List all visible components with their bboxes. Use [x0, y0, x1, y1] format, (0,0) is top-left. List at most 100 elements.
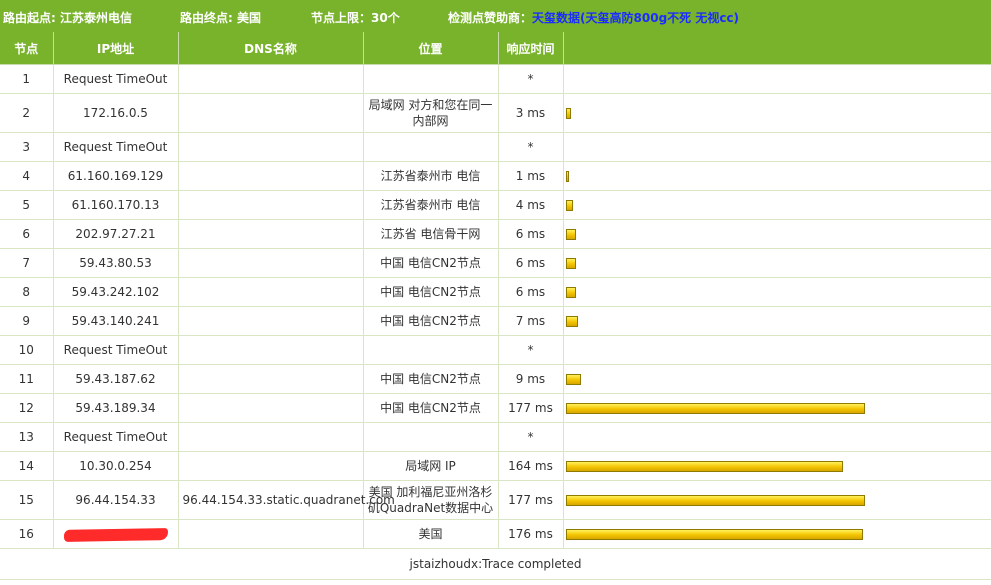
- latency-bar-cell: [563, 277, 991, 307]
- response-time-cell: 7 ms: [498, 306, 564, 336]
- table-row: 15 96.44.154.33 96.44.154.33.static.quadra…: [0, 480, 991, 520]
- hop-cell: 9: [0, 306, 54, 336]
- trace-footer-row: jstaizhoudx:Trace completed: [0, 548, 991, 580]
- hop-cell: 16: [0, 519, 54, 549]
- response-time-cell: 164 ms: [498, 451, 564, 481]
- table-row: 5 61.160.170.13 江苏省泰州市 电信 4 ms: [0, 190, 991, 220]
- trace-status: jstaizhoudx:Trace completed: [0, 548, 991, 580]
- dns-cell: [178, 93, 364, 133]
- ip-cell: 59.43.187.62: [53, 364, 179, 394]
- latency-bar: [565, 403, 865, 414]
- hop-cell: 8: [0, 277, 54, 307]
- response-time-cell: 176 ms: [498, 519, 564, 549]
- ip-cell: 96.44.154.33: [53, 480, 179, 520]
- hop-cell: 1: [0, 64, 54, 94]
- table-row: 8 59.43.242.102 中国 电信CN2节点 6 ms: [0, 277, 991, 307]
- route-start: 路由起点: 江苏泰州电信: [3, 11, 132, 25]
- response-time-cell: 177 ms: [498, 393, 564, 423]
- location-cell: [363, 335, 499, 365]
- table-row: 14 10.30.0.254 局域网 IP 164 ms: [0, 451, 991, 481]
- sponsor-link[interactable]: 天玺数据: [532, 11, 580, 25]
- ip-cell: 59.43.140.241: [53, 306, 179, 336]
- sponsor-desc-link[interactable]: (天玺高防800g不死 无视cc): [580, 11, 739, 25]
- latency-bar-cell: [563, 93, 991, 133]
- table-row: 4 61.160.169.129 江苏省泰州市 电信 1 ms: [0, 161, 991, 191]
- table-row: 12 59.43.189.34 中国 电信CN2节点 177 ms: [0, 393, 991, 423]
- table-row: 16 美国 176 ms: [0, 519, 991, 549]
- dns-cell: [178, 190, 364, 220]
- latency-bar-cell: [563, 393, 991, 423]
- location-cell: 中国 电信CN2节点: [363, 248, 499, 278]
- ip-cell: 172.16.0.5: [53, 93, 179, 133]
- location-cell: 中国 电信CN2节点: [363, 364, 499, 394]
- table-row: 6 202.97.27.21 江苏省 电信骨干网 6 ms: [0, 219, 991, 249]
- hop-cell: 12: [0, 393, 54, 423]
- table-row: 9 59.43.140.241 中国 电信CN2节点 7 ms: [0, 306, 991, 336]
- location-cell: 美国: [363, 519, 499, 549]
- ip-cell: 10.30.0.254: [53, 451, 179, 481]
- latency-bar-cell: [563, 480, 991, 520]
- ip-cell: Request TimeOut: [53, 64, 179, 94]
- latency-bar: [565, 529, 863, 540]
- dns-cell: [178, 219, 364, 249]
- col-response-time: 响应时间: [498, 32, 564, 65]
- location-cell: [363, 64, 499, 94]
- dns-cell: [178, 306, 364, 336]
- response-time-cell: 3 ms: [498, 93, 564, 133]
- response-time-cell: 1 ms: [498, 161, 564, 191]
- hop-cell: 5: [0, 190, 54, 220]
- hop-cell: 6: [0, 219, 54, 249]
- response-time-cell: 6 ms: [498, 277, 564, 307]
- response-time-cell: *: [498, 64, 564, 94]
- response-time-cell: 6 ms: [498, 219, 564, 249]
- latency-bar: [565, 495, 865, 506]
- latency-bar-cell: [563, 248, 991, 278]
- latency-bar-cell: [563, 190, 991, 220]
- ip-cell: 59.43.242.102: [53, 277, 179, 307]
- col-location: 位置: [363, 32, 499, 65]
- location-cell: 局域网 对方和您在同一内部网: [363, 93, 499, 133]
- col-ip: IP地址: [53, 32, 179, 65]
- col-bar: [563, 32, 991, 65]
- col-dns: DNS名称: [178, 32, 364, 65]
- sponsor-label: 检测点赞助商：天玺数据(天玺高防800g不死 无视cc): [448, 9, 739, 26]
- latency-bar-cell: [563, 306, 991, 336]
- response-time-cell: 4 ms: [498, 190, 564, 220]
- dns-cell: [178, 393, 364, 423]
- latency-bar: [565, 171, 569, 182]
- ip-cell: 59.43.189.34: [53, 393, 179, 423]
- latency-bar-cell: [563, 132, 991, 162]
- hop-cell: 11: [0, 364, 54, 394]
- latency-bar: [565, 229, 576, 240]
- response-time-cell: 9 ms: [498, 364, 564, 394]
- route-end: 路由终点: 美国: [180, 11, 261, 25]
- ip-cell: 61.160.169.129: [53, 161, 179, 191]
- dns-cell: [178, 64, 364, 94]
- ip-cell: 202.97.27.21: [53, 219, 179, 249]
- ip-cell: Request TimeOut: [53, 335, 179, 365]
- latency-bar: [565, 258, 576, 269]
- dns-cell: [178, 248, 364, 278]
- latency-bar-cell: [563, 64, 991, 94]
- ip-cell: 61.160.170.13: [53, 190, 179, 220]
- dns-cell: [178, 364, 364, 394]
- table-header-row: 节点 IP地址 DNS名称 位置 响应时间: [0, 32, 991, 65]
- location-cell: [363, 132, 499, 162]
- hop-cell: 3: [0, 132, 54, 162]
- latency-bar: [565, 461, 843, 472]
- trace-summary-bar: 路由起点: 江苏泰州电信 路由终点: 美国 节点上限：30个 检测点赞助商：天玺…: [0, 0, 991, 32]
- hop-cell: 14: [0, 451, 54, 481]
- response-time-cell: *: [498, 335, 564, 365]
- table-row: 7 59.43.80.53 中国 电信CN2节点 6 ms: [0, 248, 991, 278]
- latency-bar: [565, 108, 571, 119]
- latency-bar-cell: [563, 364, 991, 394]
- hop-cell: 13: [0, 422, 54, 452]
- table-row: 3 Request TimeOut *: [0, 132, 991, 162]
- dns-cell: 96.44.154.33.static.quadranet.com: [178, 480, 395, 520]
- latency-bar-cell: [563, 422, 991, 452]
- dns-cell: [178, 132, 364, 162]
- ip-cell: Request TimeOut: [53, 132, 179, 162]
- location-cell: 中国 电信CN2节点: [363, 393, 499, 423]
- dns-cell: [178, 451, 364, 481]
- hop-cell: 10: [0, 335, 54, 365]
